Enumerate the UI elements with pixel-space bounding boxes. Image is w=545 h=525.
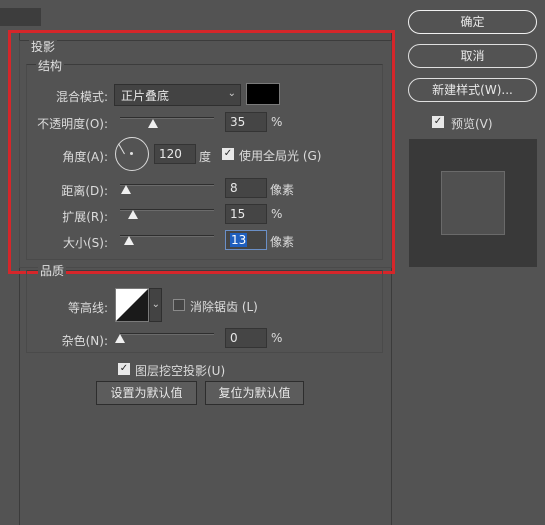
dialog-tab-remnant	[0, 8, 41, 26]
noise-slider-thumb[interactable]	[115, 334, 125, 343]
cancel-button[interactable]: 取消	[408, 44, 537, 68]
knockout-label: 图层挖空投影(U)	[135, 364, 226, 378]
noise-label: 杂色(N):	[61, 334, 108, 348]
chevron-down-icon: ⌄	[151, 299, 160, 310]
anti-alias-label: 消除锯齿 (L)	[190, 300, 258, 314]
ok-button[interactable]: 确定	[408, 10, 537, 34]
quality-group-title: 品质	[38, 262, 67, 279]
contour-label: 等高线:	[67, 301, 108, 315]
style-preview-thumbnail	[441, 171, 505, 235]
preview-checkbox[interactable]: ✓	[432, 116, 444, 128]
contour-dropdown[interactable]: ⌄	[149, 288, 162, 322]
contour-curve-icon	[116, 289, 148, 321]
highlight-box	[8, 30, 395, 274]
noise-input[interactable]: 0	[225, 328, 267, 348]
contour-preview[interactable]	[115, 288, 149, 322]
new-style-button[interactable]: 新建样式(W)...	[408, 78, 537, 102]
style-preview-area	[409, 139, 537, 267]
knockout-checkbox[interactable]: ✓	[118, 363, 130, 375]
reset-default-button[interactable]: 复位为默认值	[205, 381, 304, 405]
noise-unit: %	[271, 331, 283, 345]
set-default-button[interactable]: 设置为默认值	[96, 381, 197, 405]
preview-label: 预览(V)	[451, 117, 493, 131]
noise-slider-track[interactable]	[120, 333, 214, 335]
anti-alias-checkbox[interactable]	[173, 299, 185, 311]
